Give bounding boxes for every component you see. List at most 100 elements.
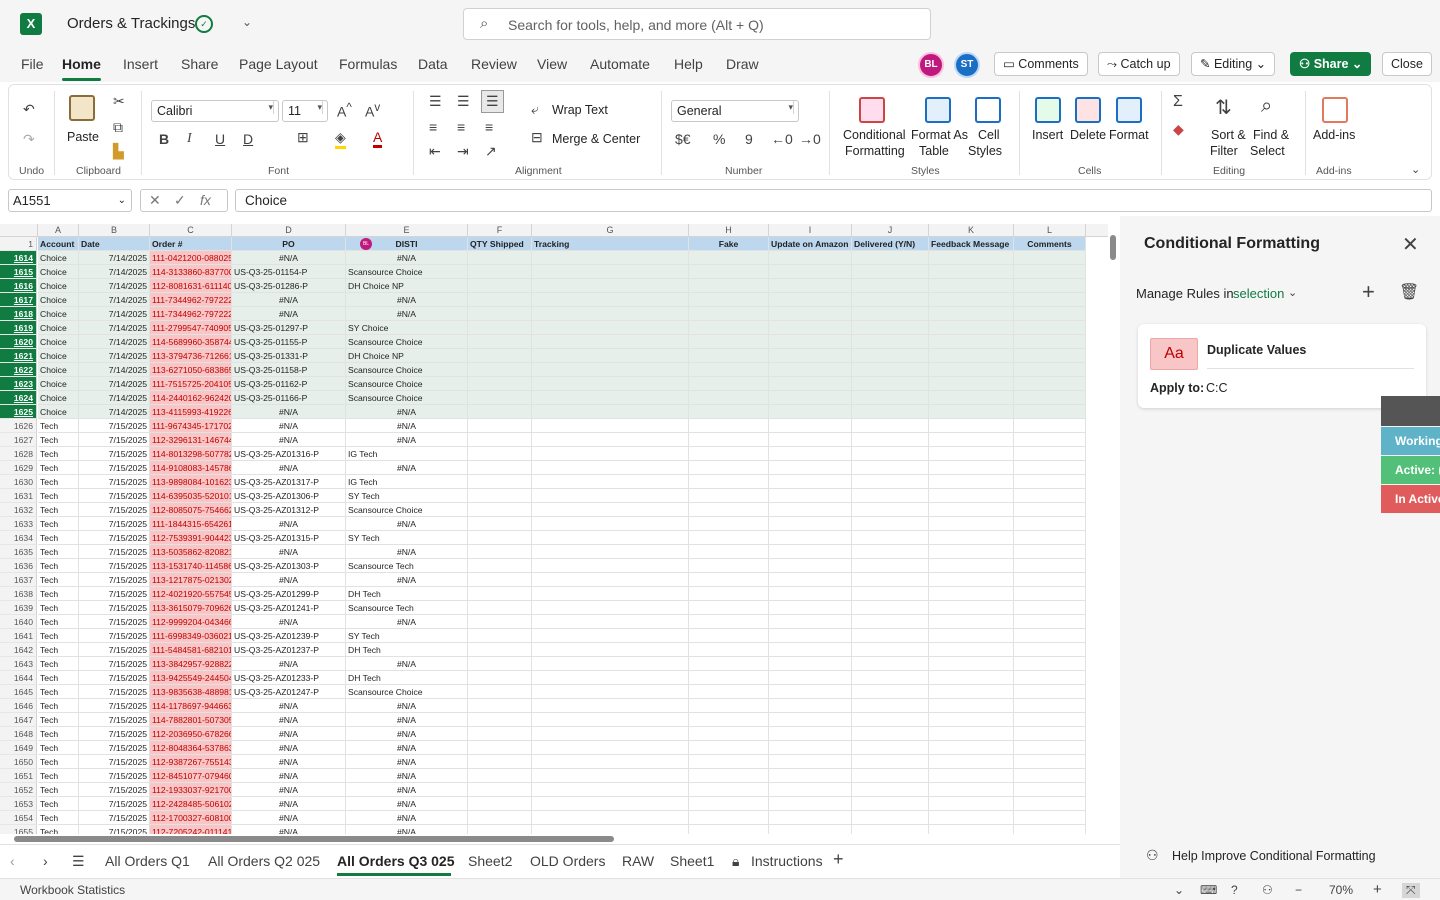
cell-empty[interactable] xyxy=(1014,671,1086,685)
cell-order-number[interactable]: 113-4115993-4192263 xyxy=(150,405,232,419)
cell-empty[interactable] xyxy=(532,601,689,615)
cell-po[interactable]: #N/A xyxy=(232,755,346,769)
cell-date[interactable]: 7/14/2025 xyxy=(79,391,150,405)
row-number[interactable]: 1642 xyxy=(0,643,37,657)
cell-account[interactable]: Tech xyxy=(38,741,79,755)
cell-empty[interactable] xyxy=(1014,755,1086,769)
cell-empty[interactable] xyxy=(852,433,929,447)
cell-empty[interactable] xyxy=(1014,349,1086,363)
cell-po[interactable]: US-Q3-25-01155-P xyxy=(232,335,346,349)
cell-empty[interactable] xyxy=(689,503,769,517)
cell-empty[interactable] xyxy=(689,363,769,377)
cell-empty[interactable] xyxy=(532,657,689,671)
cell-empty[interactable] xyxy=(852,307,929,321)
close-button[interactable]: Close xyxy=(1382,52,1432,76)
cell-empty[interactable] xyxy=(929,797,1014,811)
cell-empty[interactable] xyxy=(929,755,1014,769)
cell-empty[interactable] xyxy=(468,545,532,559)
cell-date[interactable]: 7/15/2025 xyxy=(79,629,150,643)
tab-all-orders-q2[interactable]: All Orders Q2 025 xyxy=(208,853,320,869)
cell-po[interactable]: US-Q3-25-01158-P xyxy=(232,363,346,377)
sticker-in-active[interactable]: In Active xyxy=(1381,485,1440,513)
cell-empty[interactable] xyxy=(852,671,929,685)
row-number[interactable]: 1641 xyxy=(0,629,37,643)
cell-disti[interactable]: #N/A xyxy=(346,615,468,629)
cell-disti[interactable]: Scansource Choice xyxy=(346,363,468,377)
cell-empty[interactable] xyxy=(929,783,1014,797)
cell-empty[interactable] xyxy=(468,783,532,797)
chevron-down-icon[interactable]: ⌄ xyxy=(1288,286,1297,299)
cell-empty[interactable] xyxy=(929,321,1014,335)
conditional-formatting-icon[interactable] xyxy=(859,97,885,123)
tabs-prev-icon[interactable]: ‹ xyxy=(10,853,15,869)
italic-icon[interactable]: I xyxy=(187,131,192,147)
column-header-g[interactable]: G xyxy=(532,224,689,237)
cell-account[interactable]: Tech xyxy=(38,573,79,587)
cell-empty[interactable] xyxy=(689,419,769,433)
cell-disti[interactable]: Scansource Tech xyxy=(346,559,468,573)
cell-empty[interactable] xyxy=(769,545,852,559)
row-number[interactable]: 1639 xyxy=(0,601,37,615)
cell-empty[interactable] xyxy=(929,503,1014,517)
cell-empty[interactable] xyxy=(689,531,769,545)
workbook-statistics[interactable]: Workbook Statistics xyxy=(20,883,125,897)
cell-empty[interactable] xyxy=(1014,643,1086,657)
cell-empty[interactable] xyxy=(1014,377,1086,391)
cell-order-number[interactable]: 112-2428485-5061022 xyxy=(150,797,232,811)
cell-empty[interactable] xyxy=(689,335,769,349)
cell-date[interactable]: 7/15/2025 xyxy=(79,811,150,825)
cell-account[interactable]: Tech xyxy=(38,615,79,629)
cell-po[interactable]: US-Q3-25-AZ01306-P xyxy=(232,489,346,503)
cell-empty[interactable] xyxy=(769,461,852,475)
cell-disti[interactable]: #N/A xyxy=(346,293,468,307)
manage-rules-scope[interactable]: selection xyxy=(1233,286,1284,301)
cell-empty[interactable] xyxy=(689,475,769,489)
cell-account[interactable]: Choice xyxy=(38,251,79,265)
cell-disti[interactable]: DH Tech xyxy=(346,643,468,657)
cell-date[interactable]: 7/15/2025 xyxy=(79,531,150,545)
menu-formulas[interactable]: Formulas xyxy=(339,56,397,72)
row-number[interactable]: 1640 xyxy=(0,615,37,629)
cell-empty[interactable] xyxy=(769,573,852,587)
cell-account[interactable]: Choice xyxy=(38,377,79,391)
cell-account[interactable]: Tech xyxy=(38,559,79,573)
cell-empty[interactable] xyxy=(1014,629,1086,643)
cell-empty[interactable] xyxy=(689,811,769,825)
cell-empty[interactable] xyxy=(929,251,1014,265)
conditional-formatting-label-2[interactable]: Formatting xyxy=(845,144,905,158)
column-header-d[interactable]: D xyxy=(232,224,346,237)
row-number[interactable]: 1643 xyxy=(0,657,37,671)
cell-account[interactable]: Choice xyxy=(38,321,79,335)
cell-disti[interactable]: #N/A xyxy=(346,419,468,433)
cell-date[interactable]: 7/15/2025 xyxy=(79,573,150,587)
cell-empty[interactable] xyxy=(468,349,532,363)
cell-empty[interactable] xyxy=(532,461,689,475)
cell-empty[interactable] xyxy=(468,293,532,307)
cell-disti[interactable]: #N/A xyxy=(346,461,468,475)
row-number[interactable]: 1625 xyxy=(0,405,37,419)
cell-po[interactable]: US-Q3-25-01166-P xyxy=(232,391,346,405)
cell-empty[interactable] xyxy=(532,545,689,559)
row-number[interactable]: 1615 xyxy=(0,265,37,279)
tab-all-orders-q1[interactable]: All Orders Q1 xyxy=(105,853,190,869)
cell-empty[interactable] xyxy=(769,419,852,433)
row-number[interactable]: 1634 xyxy=(0,531,37,545)
cell-empty[interactable] xyxy=(852,503,929,517)
cell-empty[interactable] xyxy=(929,447,1014,461)
add-sheet-icon[interactable]: + xyxy=(833,849,844,870)
align-left-icon[interactable]: ≡ xyxy=(429,119,437,135)
cell-empty[interactable] xyxy=(1014,769,1086,783)
row-number[interactable]: 1636 xyxy=(0,559,37,573)
cell-empty[interactable] xyxy=(769,293,852,307)
cell-empty[interactable] xyxy=(689,489,769,503)
percent-icon[interactable]: % xyxy=(713,131,725,147)
format-painter-icon[interactable]: ▙ xyxy=(113,143,124,160)
orientation-icon[interactable]: ↗ xyxy=(485,143,497,160)
cell-order-number[interactable]: 112-8081631-6111401 xyxy=(150,279,232,293)
cell-date[interactable]: 7/15/2025 xyxy=(79,615,150,629)
cell-empty[interactable] xyxy=(852,713,929,727)
cell-disti[interactable]: IG Tech xyxy=(346,447,468,461)
cell-date[interactable]: 7/15/2025 xyxy=(79,643,150,657)
row-number[interactable]: 1637 xyxy=(0,573,37,587)
cell-date[interactable]: 7/15/2025 xyxy=(79,601,150,615)
